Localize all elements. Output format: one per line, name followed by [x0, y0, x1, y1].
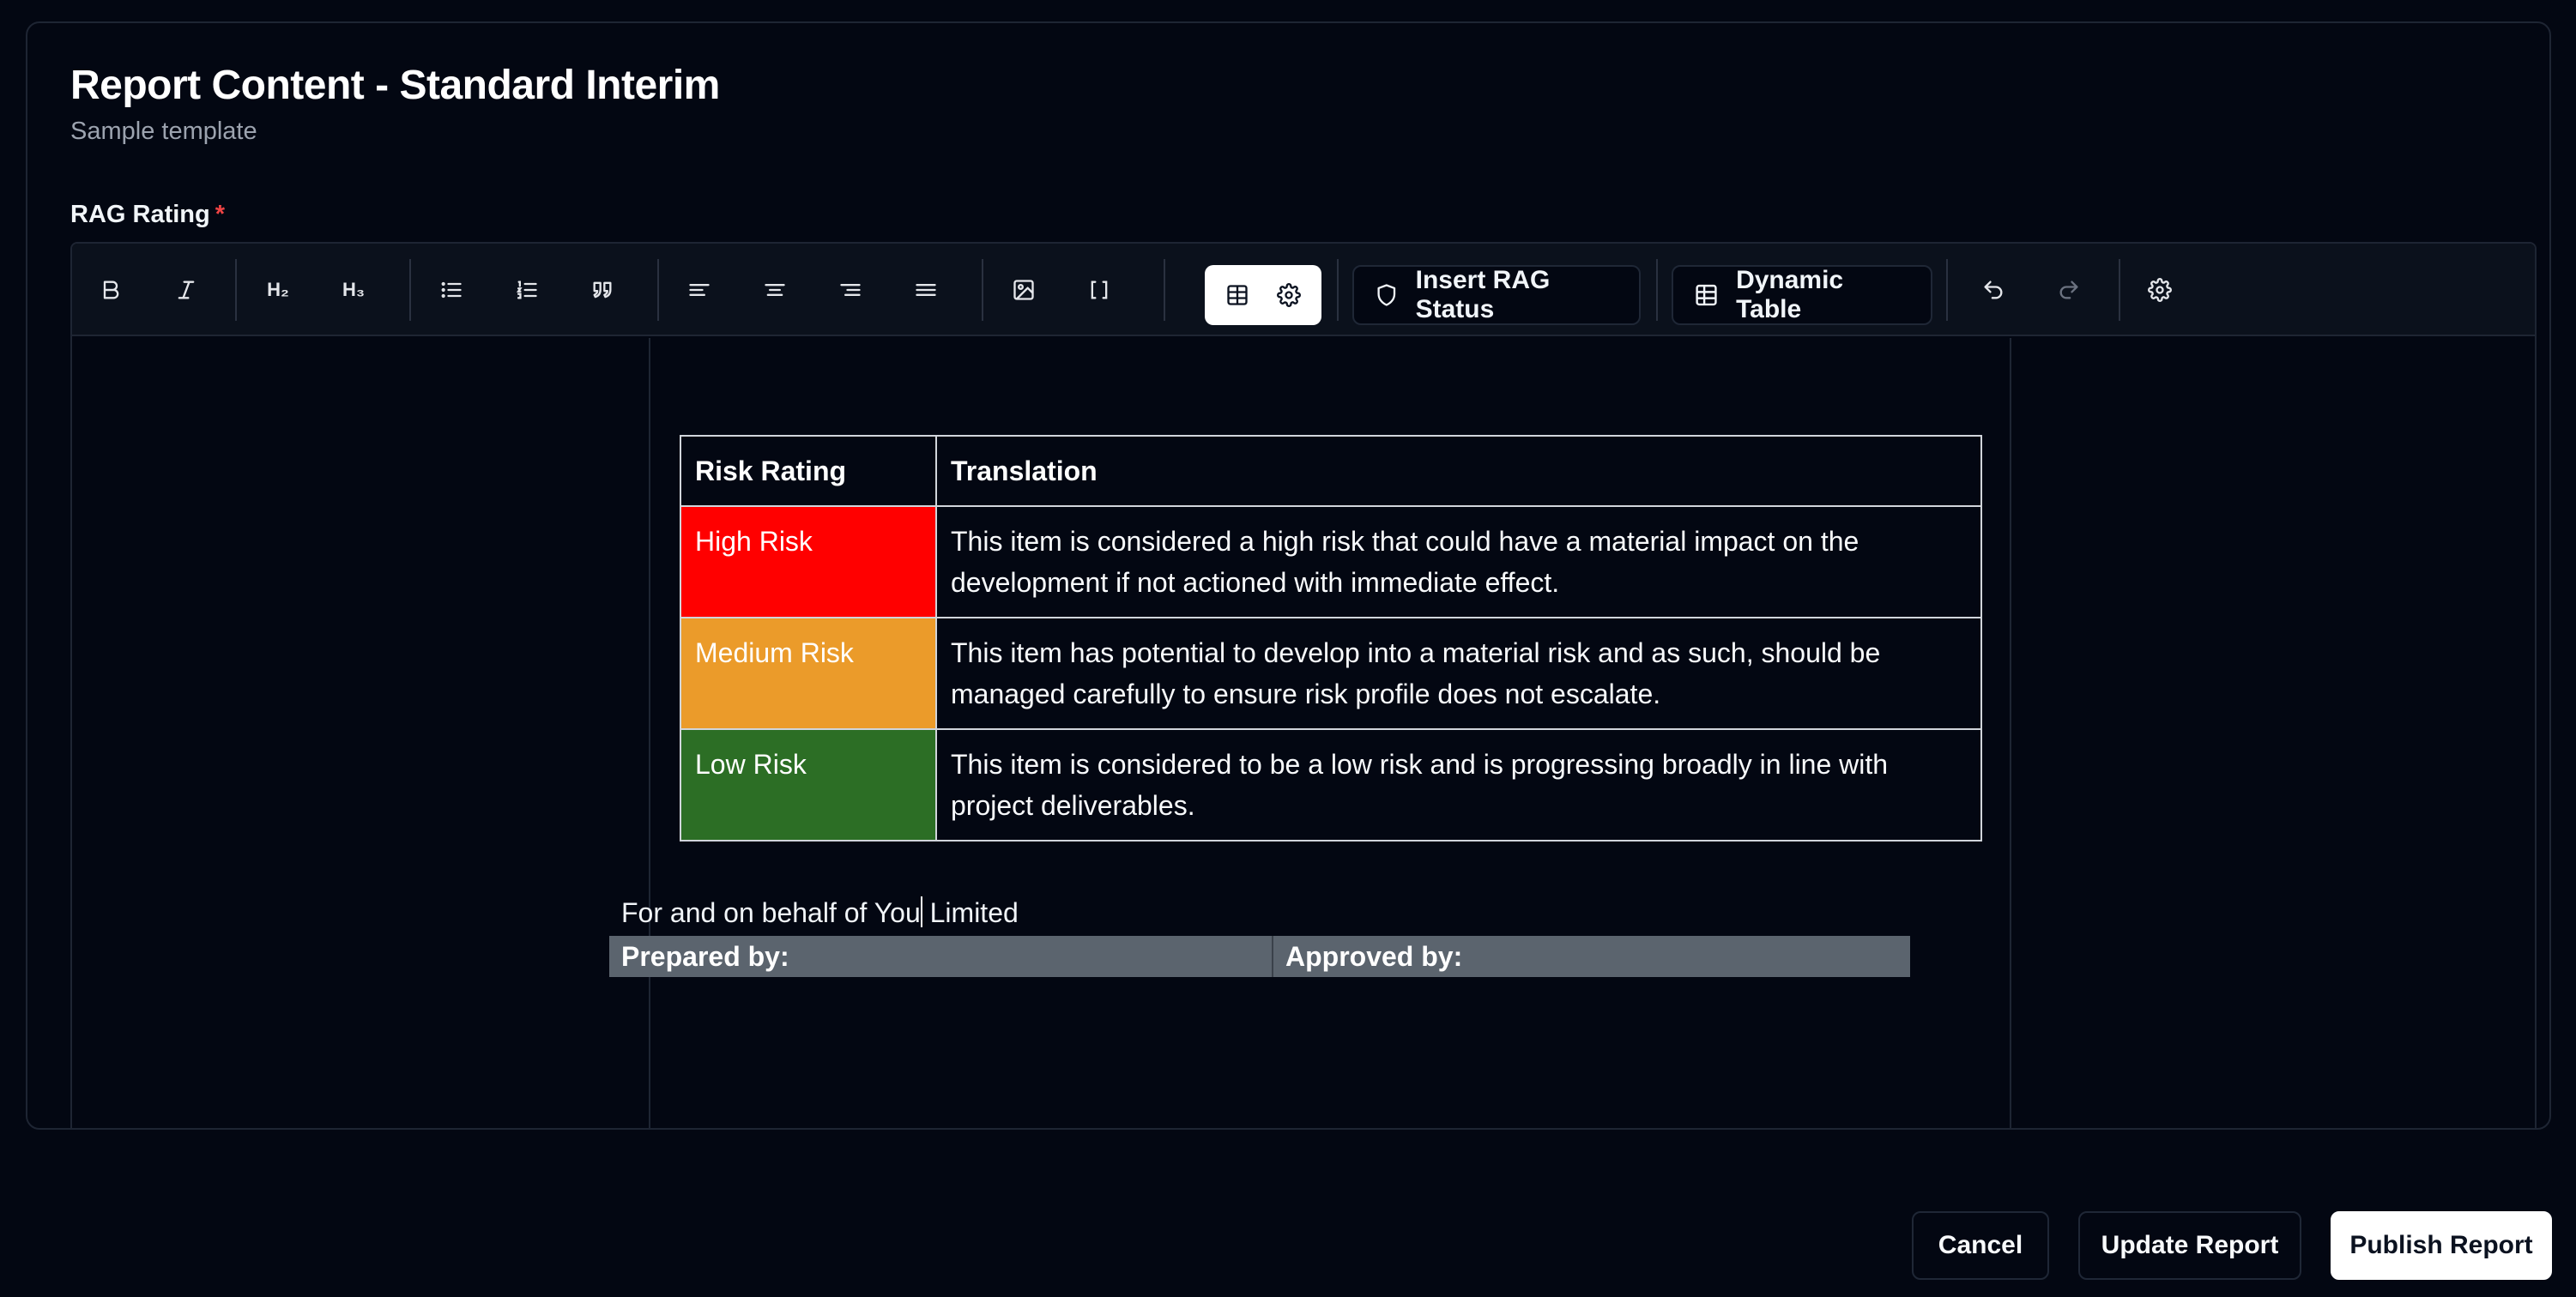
placeholder-button[interactable]	[1074, 265, 1124, 315]
align-justify-icon	[916, 284, 936, 296]
rag-rating-label: RAG Rating *	[70, 201, 225, 229]
undo-button[interactable]	[1968, 265, 2018, 315]
image-icon	[1013, 280, 1034, 300]
gear-icon	[1277, 283, 1301, 307]
editor-settings-button[interactable]	[2135, 265, 2185, 315]
toolbar-divider	[1656, 259, 1658, 321]
toolbar-divider	[1946, 259, 1948, 321]
behalf-text-end: Limited	[922, 897, 1019, 928]
page-subtitle: Sample template	[70, 118, 257, 145]
insert-image-button[interactable]	[999, 265, 1049, 315]
table-button[interactable]	[1213, 270, 1261, 320]
align-right-button[interactable]	[825, 265, 875, 315]
page-title: Report Content - Standard Interim	[70, 63, 720, 108]
toolbar-divider	[235, 259, 237, 321]
page-margin-left	[649, 338, 650, 1128]
quote-icon	[593, 281, 612, 299]
italic-icon	[178, 281, 195, 299]
toolbar-divider	[982, 259, 983, 321]
field-label-text: RAG Rating	[70, 201, 210, 228]
bullet-list-button[interactable]	[426, 265, 476, 315]
ordered-list-icon	[516, 281, 537, 299]
toolbar-divider	[2119, 259, 2120, 321]
table-settings-button[interactable]	[1265, 270, 1313, 320]
page-margin-right	[2010, 338, 2011, 1128]
table-header-row: Risk Rating Translation	[680, 435, 1982, 507]
toolbar-divider	[1164, 259, 1165, 321]
align-center-icon	[765, 284, 785, 296]
cancel-button[interactable]: Cancel	[1912, 1211, 2049, 1280]
align-right-icon	[840, 284, 861, 296]
rag-cell-medium[interactable]: Medium Risk	[680, 617, 937, 730]
bold-button[interactable]	[86, 265, 136, 315]
required-marker: *	[215, 201, 226, 228]
rich-text-editor: H₂ H₃ Insert RAG Status Dynamic Table Ri…	[70, 242, 2537, 1128]
italic-button[interactable]	[161, 265, 211, 315]
translation-cell[interactable]: This item is considered to be a low risk…	[935, 728, 1982, 842]
approved-by-cell[interactable]: Approved by:	[1273, 936, 1474, 977]
redo-icon	[2059, 281, 2078, 299]
translation-cell[interactable]: This item is considered a high risk that…	[935, 505, 1982, 618]
dynamic-table-button[interactable]: Dynamic Table	[1672, 265, 1932, 325]
heading2-button[interactable]: H₂	[252, 265, 304, 315]
header-risk-rating: Risk Rating	[680, 435, 937, 507]
signature-bar: Prepared by: Approved by:	[609, 936, 1910, 977]
table-icon	[1227, 285, 1248, 305]
publish-report-button[interactable]: Publish Report	[2331, 1211, 2552, 1280]
quote-button[interactable]	[577, 265, 627, 315]
dynamic-table-label: Dynamic Table	[1736, 266, 1844, 323]
behalf-text-start: For and on behalf of You	[621, 897, 921, 928]
toolbar-divider	[1337, 259, 1339, 321]
align-left-button[interactable]	[674, 265, 724, 315]
insert-rag-status-label: Insert RAG Status	[1415, 266, 1551, 323]
bullet-list-icon	[441, 281, 462, 299]
rag-cell-high[interactable]: High Risk	[680, 505, 937, 618]
update-report-button[interactable]: Update Report	[2078, 1211, 2301, 1280]
bold-icon	[103, 281, 119, 299]
insert-rag-status-button[interactable]: Insert RAG Status	[1352, 265, 1641, 325]
header-translation: Translation	[935, 435, 1982, 507]
rag-rating-table[interactable]: Risk Rating Translation High Risk This i…	[680, 435, 1982, 842]
on-behalf-text[interactable]: For and on behalf of You Limited	[621, 896, 1019, 929]
table-row: Medium Risk This item has potential to d…	[680, 617, 1982, 730]
prepared-by-cell[interactable]: Prepared by:	[609, 936, 1273, 977]
rag-cell-low[interactable]: Low Risk	[680, 728, 937, 842]
gear-icon	[2148, 278, 2172, 302]
align-justify-button[interactable]	[901, 265, 951, 315]
toolbar-divider	[409, 259, 411, 321]
brackets-icon	[1091, 281, 1108, 299]
shield-icon	[1377, 284, 1396, 306]
editor-toolbar: H₂ H₃ Insert RAG Status Dynamic Table	[72, 244, 2535, 336]
table-row: High Risk This item is considered a high…	[680, 505, 1982, 618]
translation-cell[interactable]: This item has potential to develop into …	[935, 617, 1982, 730]
align-center-button[interactable]	[750, 265, 800, 315]
heading3-button[interactable]: H₃	[328, 265, 379, 315]
toolbar-divider	[657, 259, 659, 321]
table-icon	[1696, 284, 1717, 306]
redo-button[interactable]	[2044, 265, 2094, 315]
ordered-list-button[interactable]	[502, 265, 552, 315]
document-canvas[interactable]: Risk Rating Translation High Risk This i…	[72, 338, 2535, 1128]
undo-icon	[1984, 281, 2003, 299]
align-left-icon	[689, 284, 710, 296]
table-row: Low Risk This item is considered to be a…	[680, 728, 1982, 842]
